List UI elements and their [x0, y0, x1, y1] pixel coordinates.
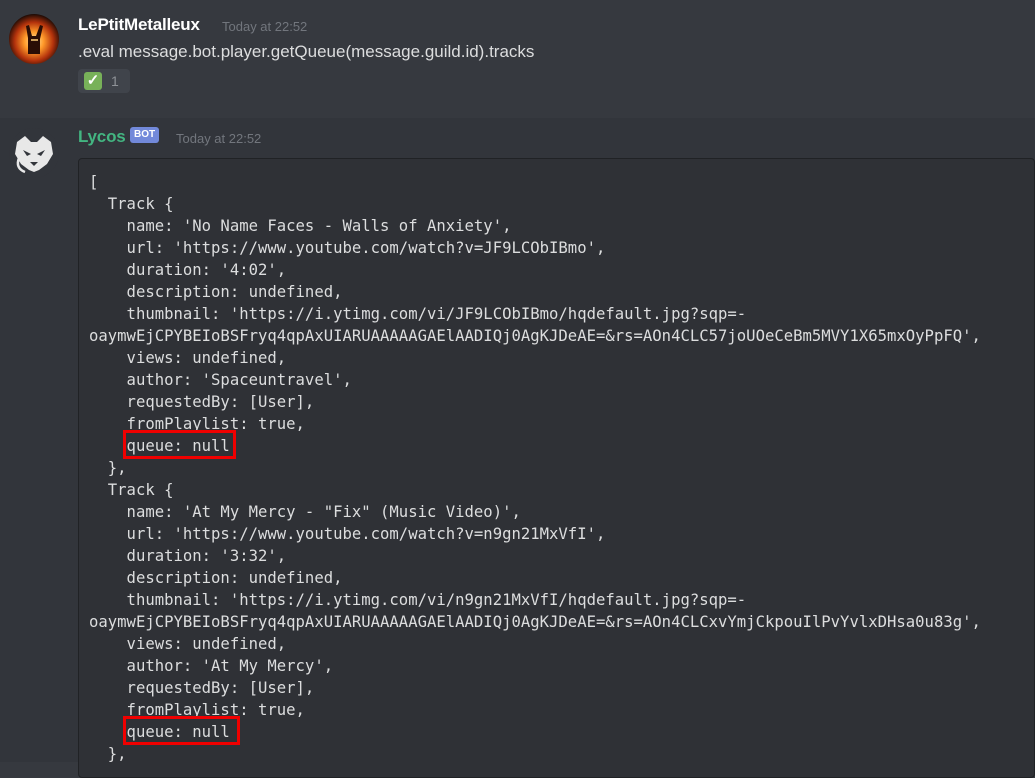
check-mark-icon: ✓: [84, 72, 102, 90]
code-line: oaymwEjCPYBEIoBSFryq4qpAxUIARUAAAAAGAElA…: [89, 613, 981, 631]
message-lepetitmetalleux: LePtitMetalleux Today at 22:52 .eval mes…: [0, 0, 1035, 110]
code-line: name: 'No Name Faces - Walls of Anxiety'…: [89, 217, 512, 235]
code-line: views: undefined,: [89, 349, 287, 367]
timestamp: Today at 22:52: [176, 131, 262, 146]
user-avatar[interactable]: [9, 14, 59, 64]
code-line: [: [89, 173, 99, 191]
code-line: duration: '4:02',: [89, 261, 287, 279]
reaction-count: 1: [111, 73, 119, 89]
code-line: requestedBy: [User],: [89, 679, 315, 697]
highlight-box-queue-1: [123, 430, 236, 459]
code-line: duration: '3:32',: [89, 547, 287, 565]
username[interactable]: Lycos: [78, 127, 126, 147]
code-content: [ Track { name: 'No Name Faces - Walls o…: [89, 171, 981, 765]
code-line: url: 'https://www.youtube.com/watch?v=JF…: [89, 239, 606, 257]
code-line: description: undefined,: [89, 283, 343, 301]
code-line: author: 'At My Mercy',: [89, 657, 334, 675]
username[interactable]: LePtitMetalleux: [78, 15, 200, 35]
code-line: },: [89, 745, 127, 763]
code-line: name: 'At My Mercy - "Fix" (Music Video)…: [89, 503, 521, 521]
bot-avatar[interactable]: [9, 128, 59, 178]
reaction-button[interactable]: ✓ 1: [78, 69, 130, 93]
code-line: requestedBy: [User],: [89, 393, 315, 411]
message-content: .eval message.bot.player.getQueue(messag…: [78, 42, 535, 61]
code-line: thumbnail: 'https://i.ytimg.com/vi/JF9LC…: [89, 305, 747, 323]
code-line: Track {: [89, 481, 174, 499]
code-line: author: 'Spaceuntravel',: [89, 371, 352, 389]
highlight-box-queue-2: [123, 716, 240, 745]
code-line: oaymwEjCPYBEIoBSFryq4qpAxUIARUAAAAAGAElA…: [89, 327, 981, 345]
code-line: description: undefined,: [89, 569, 343, 587]
timestamp: Today at 22:52: [222, 19, 308, 34]
metal-hand-icon: [9, 14, 59, 64]
code-line: Track {: [89, 195, 174, 213]
code-line: },: [89, 459, 127, 477]
code-line: views: undefined,: [89, 635, 287, 653]
code-line: thumbnail: 'https://i.ytimg.com/vi/n9gn2…: [89, 591, 747, 609]
message-lycos: Lycos BOT Today at 22:52 [ Track { name:…: [0, 118, 1035, 778]
code-block: [ Track { name: 'No Name Faces - Walls o…: [78, 158, 1035, 778]
code-line: url: 'https://www.youtube.com/watch?v=n9…: [89, 525, 606, 543]
wolf-icon: [9, 128, 59, 178]
bot-badge: BOT: [130, 127, 160, 143]
